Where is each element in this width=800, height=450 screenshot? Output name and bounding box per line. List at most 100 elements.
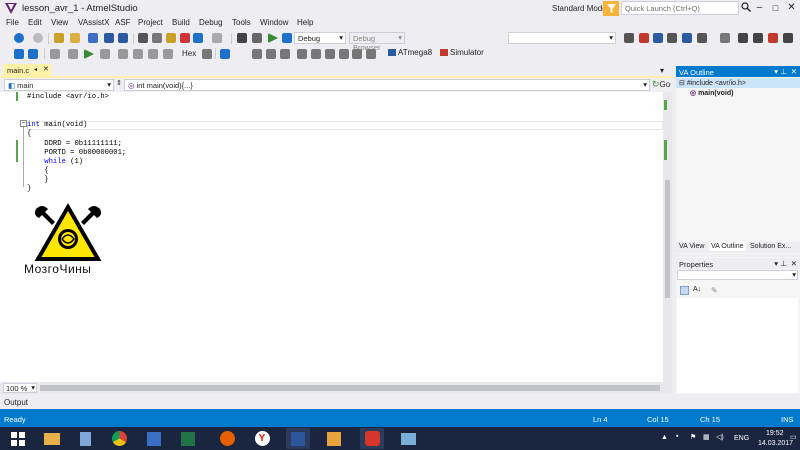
properties-window-icon[interactable]	[667, 33, 677, 43]
menu-edit[interactable]: Edit	[28, 18, 42, 27]
find-icon[interactable]	[252, 33, 262, 43]
taskbar-save-app[interactable]	[142, 428, 166, 449]
tray-flag-icon[interactable]: ⚑	[690, 433, 696, 441]
clock-time[interactable]: 19:52	[766, 430, 784, 437]
paste-icon[interactable]	[166, 33, 176, 43]
outline-item-include[interactable]: ⊟ #include <avr/io.h>	[676, 78, 800, 88]
taskbar-calculator[interactable]	[73, 428, 97, 449]
tab-solution-explorer[interactable]: Solution Ex...	[750, 243, 791, 250]
taskbar-word[interactable]	[286, 428, 310, 449]
processor-icon[interactable]	[339, 49, 349, 59]
zoom-dropdown[interactable]: 100 % ▾	[3, 383, 37, 393]
new-project-icon[interactable]	[54, 33, 64, 43]
stop-icon[interactable]	[100, 49, 110, 59]
tool-selector[interactable]: Simulator	[440, 48, 484, 57]
search-combo-dropdown[interactable]: ▾	[508, 32, 616, 44]
outline-item-main[interactable]: ◎ main(void)	[690, 89, 733, 97]
solution-explorer-icon[interactable]	[653, 33, 663, 43]
collapse-toggle-icon[interactable]: −	[20, 120, 27, 127]
close-icon[interactable]: ✕	[791, 67, 797, 76]
start-without-debugging-icon[interactable]	[282, 33, 292, 43]
scope-dropdown[interactable]: ◧ main ▾	[4, 79, 114, 91]
copy-icon[interactable]	[152, 33, 162, 43]
open-file-icon[interactable]	[70, 33, 80, 43]
close-button[interactable]: ✕	[783, 0, 800, 15]
alphabetical-icon[interactable]: A↓	[693, 286, 701, 293]
watch-icon[interactable]	[266, 49, 276, 59]
save-icon[interactable]	[104, 33, 114, 43]
add-item-icon[interactable]	[88, 33, 98, 43]
menu-vassistx[interactable]: VAssistX	[78, 18, 109, 27]
taskbar-firefox[interactable]	[215, 428, 239, 449]
dropdown-icon[interactable]: ▾	[774, 67, 778, 76]
menu-project[interactable]: Project	[138, 18, 163, 27]
tools-icon[interactable]	[624, 33, 634, 43]
outdent-icon[interactable]	[28, 49, 38, 59]
language-indicator[interactable]: ENG	[734, 435, 749, 442]
layout-icon[interactable]	[697, 33, 707, 43]
clock-date[interactable]: 14.03.2017	[758, 440, 793, 447]
menu-view[interactable]: View	[51, 18, 68, 27]
pin-icon[interactable]: ⊥	[780, 259, 787, 268]
step-back-icon[interactable]	[50, 49, 60, 59]
taskbar-media[interactable]	[322, 428, 346, 449]
horizontal-scrollbar-thumb[interactable]	[40, 385, 660, 391]
uncomment-icon[interactable]	[753, 33, 763, 43]
run-to-cursor-icon[interactable]	[163, 49, 173, 59]
menu-window[interactable]: Window	[260, 18, 288, 27]
taskbar-photos[interactable]	[396, 428, 420, 449]
indent-icon[interactable]	[14, 49, 24, 59]
zoom-icon[interactable]	[720, 33, 730, 43]
tray-app-icon[interactable]: ▪	[676, 433, 678, 440]
comment-icon[interactable]	[738, 33, 748, 43]
back-icon[interactable]	[14, 33, 24, 43]
delete-icon[interactable]	[180, 33, 190, 43]
tab-va-outline[interactable]: VA Outline	[709, 242, 746, 251]
format-icon[interactable]	[783, 33, 793, 43]
locals-icon[interactable]	[352, 49, 362, 59]
taskbar-atmel-studio[interactable]	[360, 428, 384, 449]
cut-icon[interactable]	[138, 33, 148, 43]
pin-icon[interactable]: ◂	[34, 66, 37, 73]
menu-asf[interactable]: ASF	[115, 18, 131, 27]
stack-frame-icon[interactable]	[202, 49, 212, 59]
tray-expand-icon[interactable]: ▲	[661, 434, 668, 441]
scrollbar-thumb[interactable]	[665, 180, 670, 298]
windows-icon[interactable]	[220, 49, 230, 59]
quick-launch-input[interactable]: Quick Launch (Ctrl+Q)	[621, 1, 739, 15]
categorized-icon[interactable]	[680, 286, 689, 295]
build-solution-icon[interactable]	[237, 33, 247, 43]
undo-icon[interactable]	[193, 33, 203, 43]
start-button[interactable]	[6, 428, 30, 449]
step-into-icon[interactable]	[118, 49, 128, 59]
property-pages-icon[interactable]: ✎	[711, 286, 718, 295]
taskbar-explorer[interactable]	[40, 428, 64, 449]
close-tab-icon[interactable]: ✕	[43, 65, 49, 73]
notifications-icon[interactable]: ▭	[790, 433, 797, 441]
tab-main-c[interactable]: main.c ◂ ✕	[3, 64, 51, 76]
pin-icon[interactable]: ⊥	[780, 67, 787, 76]
step-over-icon[interactable]	[133, 49, 143, 59]
taskbar-chrome[interactable]	[107, 428, 131, 449]
step-out-icon[interactable]	[148, 49, 158, 59]
output-tab[interactable]: Output	[4, 398, 28, 407]
tab-va-view[interactable]: VA View	[679, 243, 704, 250]
member-dropdown[interactable]: ◎ int main(void){...} ▾	[124, 79, 650, 91]
io-view-icon[interactable]	[325, 49, 335, 59]
solution-config-dropdown[interactable]: Debug ▾	[294, 32, 346, 44]
network-icon[interactable]: ▦	[703, 433, 710, 441]
taskbar-yandex[interactable]: Y	[250, 428, 274, 449]
maximize-button[interactable]: □	[767, 0, 784, 15]
device-programming-icon[interactable]	[639, 33, 649, 43]
disassembly-icon[interactable]	[311, 49, 321, 59]
save-all-icon[interactable]	[118, 33, 128, 43]
menu-help[interactable]: Help	[297, 18, 313, 27]
memory-icon[interactable]	[280, 49, 290, 59]
go-button[interactable]: ↻ Go	[652, 79, 670, 90]
search-icon[interactable]	[741, 2, 751, 12]
menu-file[interactable]: File	[6, 18, 19, 27]
redo-icon[interactable]	[212, 33, 222, 43]
toolbox-icon[interactable]	[682, 33, 692, 43]
minimize-button[interactable]: –	[751, 0, 768, 15]
bookmark-icon[interactable]	[768, 33, 778, 43]
